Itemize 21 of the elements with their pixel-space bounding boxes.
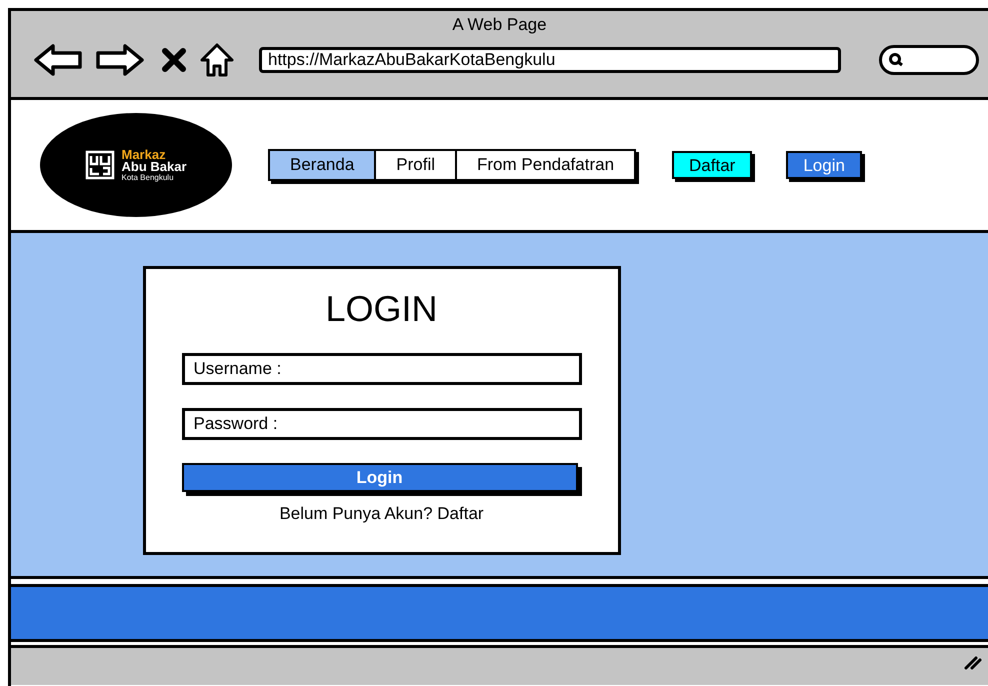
resize-grip-icon[interactable] [964, 654, 982, 670]
login-button[interactable]: Login [786, 151, 862, 179]
logo-mark-icon [85, 150, 116, 180]
home-icon[interactable] [199, 42, 235, 78]
logo[interactable]: Markaz Abu Bakar Kota Bengkulu [40, 113, 232, 217]
nav-tab[interactable]: Beranda [270, 151, 374, 179]
logo-title: Abu Bakar [121, 160, 187, 172]
logo-title: Markaz [121, 148, 167, 160]
logo-subtitle: Kota Bengkulu [121, 172, 175, 182]
search-field[interactable] [879, 45, 979, 75]
forward-arrow-icon[interactable] [95, 43, 145, 77]
input-field[interactable]: Username : [182, 353, 582, 385]
address-bar[interactable]: https://MarkazAbuBakarKotaBengkulu [259, 47, 841, 73]
input-field[interactable]: Password : [182, 408, 582, 440]
register-button[interactable]: Daftar [672, 151, 752, 179]
register-prompt: Belum Punya Akun? Daftar [279, 503, 484, 525]
window-title: A Web Page [452, 14, 547, 36]
search-icon [888, 52, 904, 68]
close-icon[interactable] [161, 47, 187, 73]
back-arrow-icon[interactable] [33, 43, 83, 77]
login-title: LOGIN [325, 287, 438, 331]
